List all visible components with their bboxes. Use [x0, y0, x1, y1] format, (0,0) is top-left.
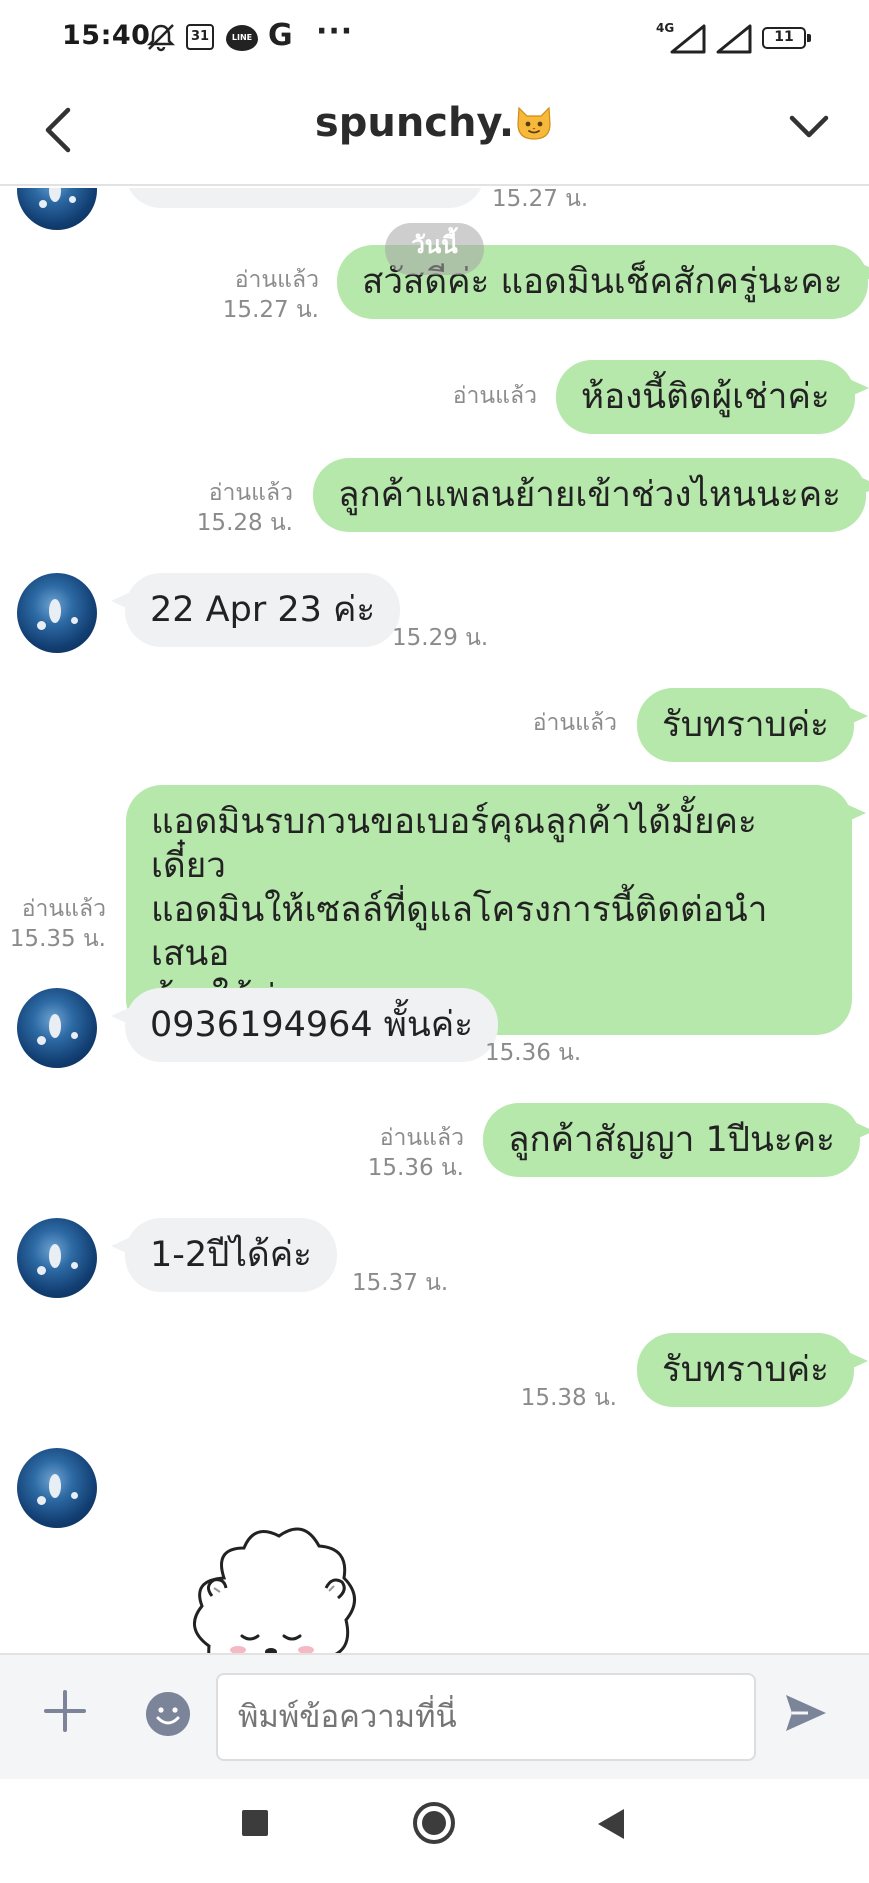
message-time: 15.28 น.: [196, 510, 293, 536]
message-time: 15.36 น.: [485, 1040, 582, 1066]
battery-icon: 11: [762, 27, 811, 49]
plus-icon[interactable]: [42, 1688, 88, 1734]
avatar[interactable]: [17, 988, 97, 1068]
message-time: 15.27 น.: [222, 297, 319, 323]
contact-name: spunchy.: [314, 100, 515, 146]
message-meta: อ่านแล้ว: [533, 708, 617, 738]
signal-icon: [670, 24, 706, 54]
incoming-message[interactable]: 22 Apr 23 ค่ะ: [110, 573, 401, 647]
message-input-bar: [0, 1653, 869, 1779]
emoji-icon[interactable]: [146, 1692, 190, 1736]
status-time: 15:40: [62, 20, 151, 51]
message-meta: 15.38 น.: [521, 1383, 617, 1413]
send-icon[interactable]: [782, 1689, 830, 1737]
read-receipt: อ่านแล้ว: [208, 480, 293, 506]
read-receipt: อ่านแล้ว: [21, 896, 106, 922]
message-time: 15.35 น.: [9, 926, 106, 952]
message-meta: อ่านแล้ว 15.36 น.: [368, 1123, 464, 1183]
recent-apps-icon[interactable]: [242, 1810, 268, 1836]
read-receipt: อ่านแล้ว: [379, 1125, 464, 1151]
outgoing-message[interactable]: รับทราบค่ะ: [637, 688, 868, 762]
message-meta: อ่านแล้ว 15.35 น.: [10, 894, 106, 954]
more-notifications-icon: ···: [316, 14, 354, 49]
message-meta: อ่านแล้ว 15.28 น.: [197, 478, 293, 538]
line-app-icon: LINE: [226, 25, 258, 51]
incoming-message[interactable]: 0936194964 พั้นค่ะ: [110, 988, 499, 1062]
chevron-down-icon[interactable]: [784, 102, 834, 152]
muted-bell-icon: [146, 24, 176, 52]
chat-history[interactable]: 15.27 น. สวัสดีค่ะ แอดมินเช็คสักครู่นะคะ…: [0, 188, 869, 1653]
message-time: 15.37 น.: [352, 1270, 449, 1296]
avatar[interactable]: [17, 573, 97, 653]
read-receipt: อ่านแล้ว: [532, 710, 617, 736]
google-icon: G: [268, 18, 293, 53]
status-bar: 15:40 31 LINE G ··· 4G 11: [0, 0, 869, 78]
incoming-message[interactable]: 1-2ปีได้ค่ะ: [111, 1218, 337, 1292]
outgoing-message[interactable]: ลูกค้าสัญญา 1ปีนะคะ: [483, 1103, 869, 1177]
message-time: 15.36 น.: [367, 1155, 464, 1181]
chat-header: spunchy.: [0, 78, 869, 186]
bear-sticker-icon[interactable]: [184, 1518, 364, 1653]
date-divider: วันนี้: [385, 223, 484, 275]
back-triangle-icon[interactable]: [596, 1807, 626, 1841]
message-time: 15.29 น.: [392, 625, 489, 651]
outgoing-message[interactable]: ลูกค้าแพลนย้ายเข้าช่วงไหนนะคะ: [313, 458, 869, 532]
home-icon[interactable]: [413, 1802, 455, 1844]
avatar[interactable]: [17, 1448, 97, 1528]
calendar-icon: 31: [186, 24, 214, 50]
avatar[interactable]: [17, 188, 97, 230]
message-time: 15.38 น.: [520, 1385, 617, 1411]
outgoing-message[interactable]: ห้องนี้ติดผู้เช่าค่ะ: [556, 360, 869, 434]
avatar[interactable]: [17, 1218, 97, 1298]
signal-icon: [716, 24, 752, 54]
read-receipt: อ่านแล้ว: [452, 383, 537, 409]
system-nav-bar: [0, 1779, 869, 1883]
cat-face-icon: [517, 106, 551, 140]
read-receipt: อ่านแล้ว: [234, 267, 319, 293]
outgoing-message[interactable]: รับทราบค่ะ: [637, 1333, 868, 1407]
message-input[interactable]: [216, 1673, 756, 1761]
message-time: 15.27 น.: [492, 188, 589, 212]
message-meta: อ่านแล้ว 15.27 น.: [223, 265, 319, 325]
incoming-message[interactable]: [125, 188, 485, 208]
message-meta: อ่านแล้ว: [453, 381, 537, 411]
chat-title[interactable]: spunchy.: [0, 100, 869, 146]
